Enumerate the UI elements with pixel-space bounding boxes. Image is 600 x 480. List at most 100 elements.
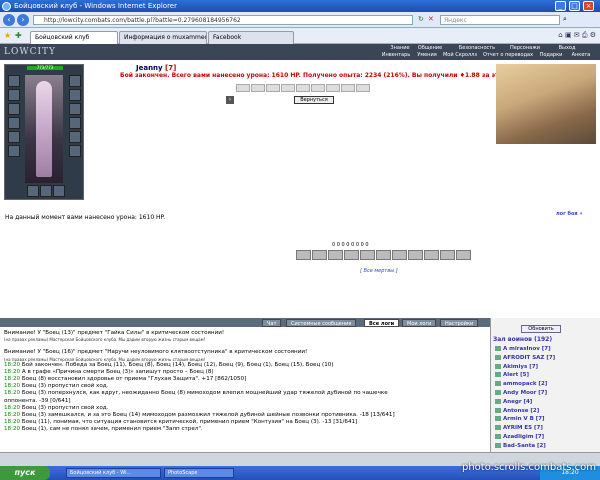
private-chat-icon[interactable]	[495, 416, 501, 422]
equip-slot[interactable]	[8, 131, 20, 143]
player-item[interactable]: Azadligim [7]	[495, 433, 599, 442]
tab-info[interactable]: Информация о muxammed	[119, 31, 207, 44]
equip-slot[interactable]	[8, 117, 20, 129]
room-panel: Обновить Зал воинов (192) A mirasInov [7…	[490, 318, 600, 452]
back-button[interactable]: ‹	[3, 14, 15, 26]
tab-system[interactable]: Системные сообщения	[286, 319, 357, 327]
player-item[interactable]: Antonse [2]	[495, 407, 599, 416]
taskbar-item-ie[interactable]: Бойцовский клуб - Wi...	[66, 468, 161, 478]
nav-inventory[interactable]: Инвентарь	[378, 52, 414, 59]
private-chat-icon[interactable]	[495, 389, 501, 395]
action-icon[interactable]	[312, 250, 327, 260]
stop-icon[interactable]: ✕	[428, 15, 434, 23]
forward-button[interactable]: ›	[17, 14, 29, 26]
action-icon[interactable]	[296, 250, 311, 260]
nav-profile[interactable]: Анкета	[566, 52, 596, 59]
character-panel: 773/773	[4, 64, 84, 200]
belt-slot[interactable]	[40, 185, 52, 197]
action-icon[interactable]	[408, 250, 423, 260]
maximize-button[interactable]: □	[569, 1, 580, 11]
equip-slot[interactable]	[69, 117, 81, 129]
start-button[interactable]: пуск	[0, 466, 50, 480]
player-item[interactable]: Bad-Santa [2]	[495, 442, 599, 451]
player-item[interactable]: A mirasInov [7]	[495, 345, 599, 354]
equip-slot[interactable]	[69, 75, 81, 87]
close-button[interactable]: ×	[583, 1, 594, 11]
return-button[interactable]: Вернуться	[294, 96, 334, 104]
chat-time: 18:20	[4, 412, 22, 419]
tab-settings[interactable]: Настройки	[440, 319, 479, 327]
player-item[interactable]: Armin V B [7]	[495, 415, 599, 424]
all-dead-link[interactable]: [ Все мертвы ]	[360, 268, 398, 274]
private-chat-icon[interactable]	[495, 346, 501, 351]
player-item[interactable]: AYRIM ES [7]	[495, 424, 599, 433]
action-icon[interactable]	[360, 250, 375, 260]
search-input[interactable]: Яндекс	[440, 15, 560, 25]
player-item[interactable]: ammopack [2]	[495, 380, 599, 389]
belt-slot[interactable]	[27, 185, 39, 197]
player-item[interactable]: Alert [5]	[495, 371, 599, 380]
equip-slot[interactable]	[69, 145, 81, 157]
refresh-button[interactable]: Обновить	[521, 325, 561, 333]
add-favorite-icon[interactable]: ✚	[15, 31, 22, 40]
character-portrait[interactable]	[25, 75, 63, 183]
action-icon[interactable]	[424, 250, 439, 260]
tab-facebook[interactable]: Facebook	[208, 31, 294, 44]
action-icon[interactable]	[328, 250, 343, 260]
player-item[interactable]: AFRODIT SAZ [7]	[495, 354, 599, 363]
browser-tools-icons[interactable]: ⌂ ▣ ✉ ⎙ ⚙	[558, 31, 596, 40]
nav-communication[interactable]: Общение	[412, 45, 448, 52]
character-name[interactable]: Jeanny [7]	[136, 64, 176, 72]
battle-counters: 0 0 0 0 0 0 0 0	[332, 242, 369, 248]
action-icon[interactable]	[392, 250, 407, 260]
equip-slot[interactable]	[8, 145, 20, 157]
tab-my-logs[interactable]: Мои логи	[402, 319, 437, 327]
action-icon[interactable]	[456, 250, 471, 260]
equip-slot[interactable]	[69, 131, 81, 143]
player-list: A mirasInov [7] AFRODIT SAZ [7] Akimiys [7…	[495, 345, 599, 451]
nav-skills[interactable]: Умения	[414, 52, 440, 59]
taskbar-item-photoscape[interactable]: PhotoScape	[164, 468, 234, 478]
address-input[interactable]: http://lowcity.combats.com/battle.pl?bat…	[33, 15, 413, 25]
equip-slot[interactable]	[8, 89, 20, 101]
equip-slot[interactable]	[8, 75, 20, 87]
favorites-star-icon[interactable]: ★	[4, 31, 11, 40]
private-chat-icon[interactable]	[495, 433, 501, 439]
private-chat-icon[interactable]	[495, 354, 501, 360]
nav-my-scrolls[interactable]: Мой Скроллз	[440, 52, 480, 59]
battle-log-link[interactable]: лог боя »	[556, 211, 583, 217]
action-icon[interactable]	[376, 250, 391, 260]
search-icon[interactable]: ⌕	[563, 15, 567, 24]
tab-combats[interactable]: Бойцовский клуб	[30, 31, 118, 44]
belt-slot[interactable]	[53, 185, 65, 197]
player-item[interactable]: Andy Moor [7]	[495, 389, 599, 398]
private-chat-icon[interactable]	[495, 363, 501, 369]
player-item[interactable]: Akimiys [7]	[495, 363, 599, 372]
private-chat-icon[interactable]	[495, 442, 501, 448]
refresh-icon[interactable]: ↻	[418, 15, 424, 23]
arrow-icon[interactable]: ›	[226, 96, 234, 104]
chat-log[interactable]: Внимание! У "Боец (13)" предмет "Гайка С…	[0, 327, 490, 452]
private-chat-icon[interactable]	[495, 398, 501, 404]
tab-chat[interactable]: Чат	[262, 319, 282, 327]
private-chat-icon[interactable]	[495, 372, 501, 378]
player-item[interactable]: Anegr [4]	[495, 398, 599, 407]
nav-characters[interactable]: Персонажи	[505, 45, 545, 52]
private-chat-icon[interactable]	[495, 407, 501, 413]
nav-transfer-report[interactable]: Отчет о переводах	[480, 52, 536, 59]
minimize-button[interactable]: _	[555, 1, 566, 11]
nav-exit[interactable]: Выход	[552, 45, 582, 52]
combat-cells	[236, 84, 386, 92]
nav-gifts[interactable]: Подарки	[536, 52, 566, 59]
private-chat-icon[interactable]	[495, 425, 501, 431]
character-figure	[36, 81, 52, 177]
private-chat-icon[interactable]	[495, 381, 501, 387]
action-icon[interactable]	[344, 250, 359, 260]
tab-all-logs[interactable]: Все логи	[364, 319, 400, 327]
nav-security[interactable]: Безопасность	[452, 45, 502, 52]
equip-slot[interactable]	[8, 103, 20, 115]
action-icon[interactable]	[440, 250, 455, 260]
equip-slot[interactable]	[69, 89, 81, 101]
equip-slot[interactable]	[69, 103, 81, 115]
chat-text: Боец (3) пропустил свой ход.	[21, 404, 109, 411]
